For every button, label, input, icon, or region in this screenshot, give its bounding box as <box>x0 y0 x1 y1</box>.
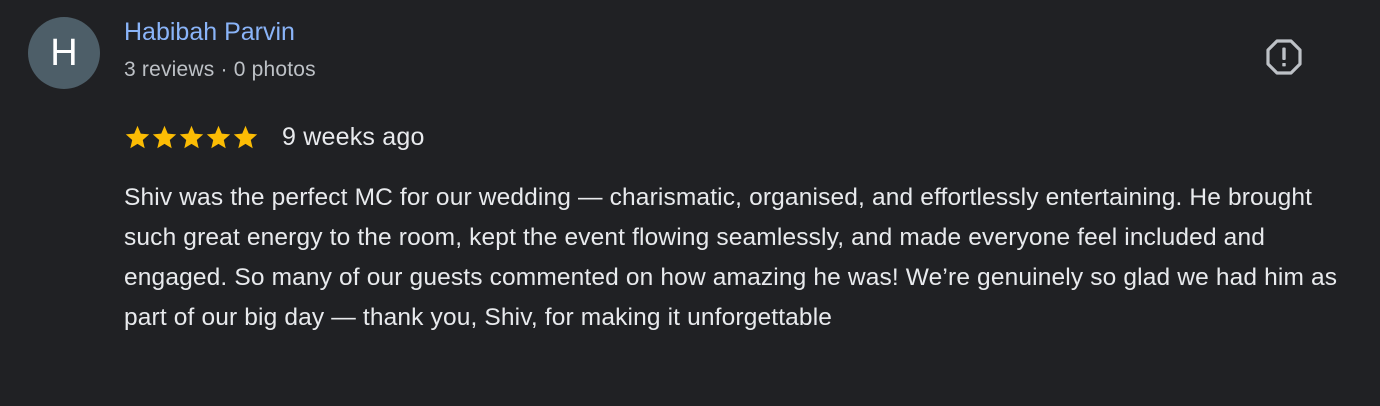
star-icon <box>233 125 258 148</box>
rating-row: 9 weeks ago <box>124 120 425 154</box>
report-flag-icon <box>1266 39 1302 75</box>
star-icon <box>179 125 204 148</box>
author-meta: 3 reviews · 0 photos <box>124 58 316 82</box>
star-icon <box>206 125 231 148</box>
author-name-link[interactable]: Habibah Parvin <box>124 18 295 47</box>
star-icon <box>152 125 177 148</box>
reviews-count: 3 reviews <box>124 58 215 81</box>
star-icon <box>125 125 150 148</box>
review-date: 9 weeks ago <box>282 122 425 151</box>
photos-count: 0 photos <box>233 58 316 81</box>
review-text: Shiv was the perfect MC for our wedding … <box>124 184 1338 331</box>
star-rating <box>124 124 259 151</box>
avatar-initial: H <box>50 32 78 74</box>
review-card: H Habibah Parvin 3 reviews · 0 photos 9 we… <box>0 0 1380 406</box>
avatar[interactable]: H <box>28 17 100 89</box>
meta-separator: · <box>220 58 228 81</box>
report-button[interactable] <box>1262 35 1306 79</box>
